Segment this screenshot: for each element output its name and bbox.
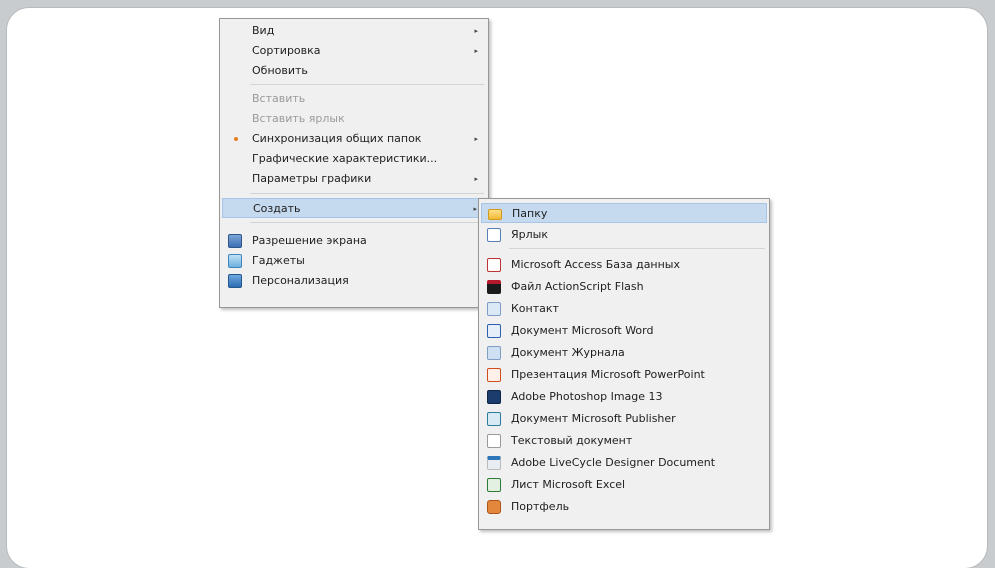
new-submenu: Папку Ярлык Microsoft Access База данных… xyxy=(478,198,770,530)
gadgets-icon xyxy=(228,254,242,268)
menu-item-new[interactable]: Создать ▸ xyxy=(222,198,486,218)
menu-item-label: Сортировка xyxy=(252,44,321,57)
desktop-context-menu: Вид ▸ Сортировка ▸ Обновить Вставить Вст… xyxy=(219,18,489,308)
powerpoint-icon xyxy=(487,368,501,382)
new-publisher-document-item[interactable]: Документ Microsoft Publisher xyxy=(481,409,767,429)
menu-item-label: Текстовый документ xyxy=(511,434,633,447)
livecycle-icon xyxy=(487,456,501,470)
menu-item-label: Файл ActionScript Flash xyxy=(511,280,644,293)
new-word-document-item[interactable]: Документ Microsoft Word xyxy=(481,321,767,341)
new-access-database-item[interactable]: Microsoft Access База данных xyxy=(481,255,767,275)
screen-resolution-icon xyxy=(228,234,242,248)
menu-item-label: Синхронизация общих папок xyxy=(252,132,422,145)
menu-item-label: Вставить ярлык xyxy=(252,112,345,125)
menu-separator xyxy=(250,84,484,85)
submenu-arrow-icon: ▸ xyxy=(474,175,478,183)
menu-item-label: Документ Microsoft Publisher xyxy=(511,412,676,425)
journal-icon xyxy=(487,346,501,360)
menu-item-graphics-options[interactable]: Параметры графики ▸ xyxy=(222,169,486,189)
new-photoshop-image-item[interactable]: Adobe Photoshop Image 13 xyxy=(481,387,767,407)
folder-icon xyxy=(488,209,502,220)
menu-item-sync-shared-folders[interactable]: Синхронизация общих папок ▸ xyxy=(222,129,486,149)
menu-item-label: Вставить xyxy=(252,92,306,105)
new-shortcut-item[interactable]: Ярлык xyxy=(481,225,767,245)
new-briefcase-item[interactable]: Портфель xyxy=(481,497,767,517)
sync-dot-icon xyxy=(234,137,238,141)
menu-item-label: Вид xyxy=(252,24,275,37)
menu-separator xyxy=(250,222,484,223)
text-document-icon xyxy=(487,434,501,448)
briefcase-icon xyxy=(487,500,501,514)
submenu-arrow-icon: ▸ xyxy=(474,27,478,35)
menu-item-label: Создать xyxy=(253,202,301,215)
menu-item-label: Разрешение экрана xyxy=(252,234,367,247)
menu-item-label: Папку xyxy=(512,207,548,220)
menu-item-gadgets[interactable]: Гаджеты xyxy=(222,251,486,271)
new-excel-sheet-item[interactable]: Лист Microsoft Excel xyxy=(481,475,767,495)
menu-item-label: Презентация Microsoft PowerPoint xyxy=(511,368,705,381)
photoshop-icon xyxy=(487,390,501,404)
menu-item-label: Параметры графики xyxy=(252,172,372,185)
menu-item-paste-shortcut[interactable]: Вставить ярлык xyxy=(222,109,486,129)
new-powerpoint-item[interactable]: Презентация Microsoft PowerPoint xyxy=(481,365,767,385)
menu-item-label: Графические характеристики... xyxy=(252,152,438,165)
menu-item-sort[interactable]: Сортировка ▸ xyxy=(222,41,486,61)
menu-item-refresh[interactable]: Обновить xyxy=(222,61,486,81)
menu-item-label: Документ Журнала xyxy=(511,346,625,359)
shortcut-icon xyxy=(487,228,501,242)
menu-item-screen-resolution[interactable]: Разрешение экрана xyxy=(222,231,486,251)
submenu-arrow-icon: ▸ xyxy=(473,205,477,213)
new-folder-item[interactable]: Папку xyxy=(481,203,767,223)
new-contact-item[interactable]: Контакт xyxy=(481,299,767,319)
new-flash-file-item[interactable]: Файл ActionScript Flash xyxy=(481,277,767,297)
menu-item-label: Контакт xyxy=(511,302,559,315)
menu-item-label: Персонализация xyxy=(252,274,349,287)
menu-item-label: Microsoft Access База данных xyxy=(511,258,681,271)
menu-item-paste[interactable]: Вставить xyxy=(222,89,486,109)
menu-item-label: Adobe Photoshop Image 13 xyxy=(511,390,663,403)
menu-item-personalization[interactable]: Персонализация xyxy=(222,271,486,291)
menu-item-label: Документ Microsoft Word xyxy=(511,324,654,337)
menu-separator xyxy=(509,248,765,249)
menu-item-label: Гаджеты xyxy=(252,254,305,267)
publisher-icon xyxy=(487,412,501,426)
menu-item-label: Ярлык xyxy=(511,228,548,241)
new-journal-document-item[interactable]: Документ Журнала xyxy=(481,343,767,363)
excel-icon xyxy=(487,478,501,492)
menu-item-graphics-properties[interactable]: Графические характеристики... xyxy=(222,149,486,169)
menu-item-view[interactable]: Вид ▸ xyxy=(222,21,486,41)
flash-icon xyxy=(487,280,501,294)
word-icon xyxy=(487,324,501,338)
menu-item-label: Лист Microsoft Excel xyxy=(511,478,626,491)
access-icon xyxy=(487,258,501,272)
contact-icon xyxy=(487,302,501,316)
submenu-arrow-icon: ▸ xyxy=(474,135,478,143)
menu-item-label: Обновить xyxy=(252,64,308,77)
new-livecycle-document-item[interactable]: Adobe LiveCycle Designer Document xyxy=(481,453,767,473)
submenu-arrow-icon: ▸ xyxy=(474,47,478,55)
personalization-icon xyxy=(228,274,242,288)
menu-item-label: Портфель xyxy=(511,500,570,513)
menu-separator xyxy=(250,193,484,194)
menu-item-label: Adobe LiveCycle Designer Document xyxy=(511,456,716,469)
new-text-document-item[interactable]: Текстовый документ xyxy=(481,431,767,451)
